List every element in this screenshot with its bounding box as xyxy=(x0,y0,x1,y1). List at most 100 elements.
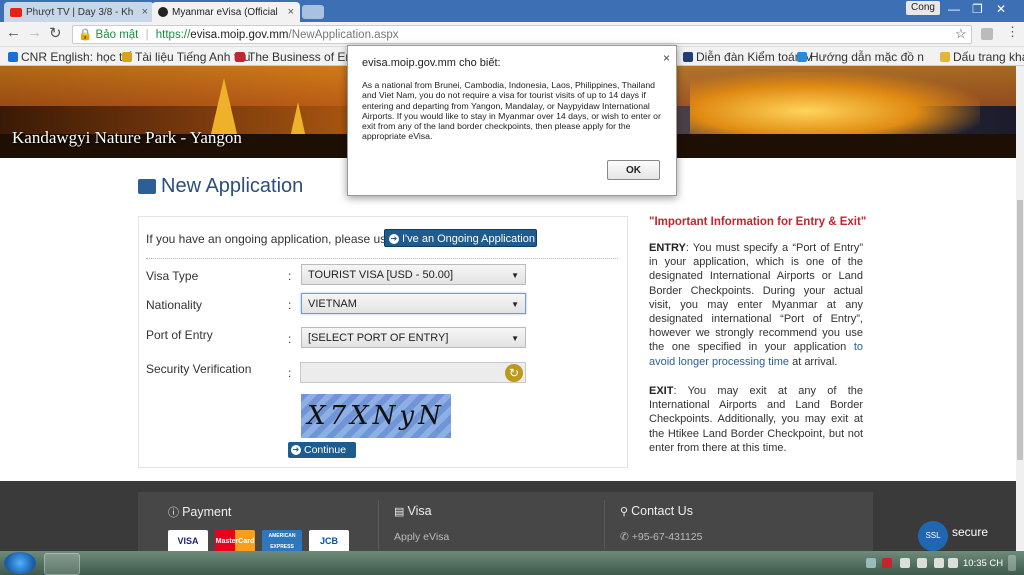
colon: : xyxy=(288,366,292,380)
document-icon: ▤ xyxy=(394,506,408,518)
dialog-message: As a national from Brunei, Cambodia, Ind… xyxy=(362,80,661,142)
captcha-image: X7XNyN xyxy=(301,394,451,438)
ongoing-application-button[interactable]: ➜ I've an Ongoing Application xyxy=(384,229,537,247)
port-of-entry-label: Port of Entry xyxy=(146,328,213,342)
extension-icon[interactable] xyxy=(981,28,993,40)
refresh-captcha-icon[interactable]: ↻ xyxy=(505,364,523,382)
reload-icon[interactable]: ↻ xyxy=(49,24,62,42)
bookmark-icon xyxy=(8,52,18,62)
nationality-select[interactable]: VIETNAM ▼ xyxy=(301,293,526,314)
pagoda-shape xyxy=(290,102,306,138)
ongoing-hint: If you have an ongoing application, plea… xyxy=(146,232,397,246)
folder-icon xyxy=(940,52,950,62)
colon: : xyxy=(288,269,292,283)
mastercard-logo: MasterCard xyxy=(215,530,255,553)
close-icon[interactable]: × xyxy=(663,51,670,65)
jcb-logo: JCB xyxy=(309,530,349,553)
new-tab-button[interactable] xyxy=(302,5,324,19)
dialog-title: evisa.moip.gov.mm cho biết: xyxy=(362,57,501,69)
visa-type-label: Visa Type xyxy=(146,269,199,283)
profile-button[interactable]: Cong xyxy=(906,1,940,15)
dropdown-arrow-icon: ▼ xyxy=(511,334,519,343)
tab-myanmar-evisa[interactable]: Myanmar eVisa (Official × xyxy=(152,2,300,22)
forward-icon[interactable]: → xyxy=(27,24,42,41)
security-verification-label: Security Verification xyxy=(146,362,252,376)
footer-divider xyxy=(378,500,379,550)
port-of-entry-select[interactable]: [SELECT PORT OF ENTRY] ▼ xyxy=(301,327,526,348)
ok-button[interactable]: OK xyxy=(607,160,660,180)
bookmark-item[interactable]: Diễn đàn Kiểm toán V xyxy=(683,50,813,64)
network-icon[interactable] xyxy=(934,558,944,568)
colon: : xyxy=(288,332,292,346)
info-circle-icon: ⓘ xyxy=(168,507,183,519)
bookmark-icon xyxy=(797,52,807,62)
map-marker-icon: ⚲ xyxy=(620,506,632,518)
divider xyxy=(146,258,618,259)
youtube-icon xyxy=(10,7,22,17)
bookmark-star-icon[interactable]: ☆ xyxy=(955,26,967,42)
list-icon xyxy=(138,179,156,194)
phone-icon: ✆ xyxy=(620,531,632,543)
volume-icon[interactable] xyxy=(948,558,958,568)
visa-card-logo: VISA xyxy=(168,530,208,553)
visa-type-select[interactable]: TOURIST VISA [USD - 50.00] ▼ xyxy=(301,264,526,285)
close-tab-icon[interactable]: × xyxy=(288,6,294,18)
close-tab-icon[interactable]: × xyxy=(142,6,148,18)
info-title: "Important Information for Entry & Exit" xyxy=(649,216,867,228)
banner-caption: Kandawgyi Nature Park - Yangon xyxy=(12,128,242,147)
url-path: /NewApplication.aspx xyxy=(288,29,399,41)
tray-icon[interactable] xyxy=(882,558,892,568)
secure-label: Bảo mật xyxy=(95,29,139,41)
maximize-icon[interactable]: ❐ xyxy=(972,2,983,16)
scrollbar-thumb[interactable] xyxy=(1017,200,1023,460)
exit-text: : You may exit at any of the Internation… xyxy=(649,385,863,454)
lock-icon: 🔒 xyxy=(78,29,93,41)
page-title: New Application xyxy=(161,175,304,197)
payment-heading: ⓘ Payment xyxy=(168,505,232,519)
bookmark-icon xyxy=(683,52,693,62)
captcha-input[interactable] xyxy=(300,362,526,383)
entry-info: ENTRY: You must specify a “Port of Entry… xyxy=(649,241,863,369)
exit-label: EXIT xyxy=(649,385,674,397)
tab-phuot-tv[interactable]: Phượt TV | Day 3/8 - Kh × xyxy=(4,2,154,22)
entry-end: at arrival. xyxy=(789,355,838,368)
bookmark-item[interactable]: Tài liệu Tiếng Anh thu xyxy=(122,50,250,64)
show-desktop-button[interactable] xyxy=(1008,555,1016,571)
exit-info: EXIT: You may exit at any of the Interna… xyxy=(649,384,863,455)
bookmark-item[interactable]: The Business of Engl xyxy=(235,50,361,64)
tray-icon[interactable] xyxy=(917,558,927,568)
address-bar[interactable]: 🔒 Bảo mật | https://evisa.moip.gov.mm/Ne… xyxy=(72,25,972,44)
tab-label: Phượt TV | Day 3/8 - Kh xyxy=(26,6,134,18)
site-icon xyxy=(158,7,168,17)
contact-phone: ✆ +95-67-431125 xyxy=(620,531,703,543)
bookmark-icon xyxy=(122,52,132,62)
dropdown-arrow-icon: ▼ xyxy=(511,271,519,280)
continue-button[interactable]: ➜ Continue xyxy=(288,442,356,458)
minimize-icon[interactable]: — xyxy=(948,2,960,16)
colon: : xyxy=(288,298,292,312)
apply-evisa-link[interactable]: Apply eVisa xyxy=(394,531,449,543)
bookmark-item[interactable]: CNR English: học tiế xyxy=(8,50,132,64)
visa-heading: ▤ Visa xyxy=(394,504,432,518)
nationality-label: Nationality xyxy=(146,298,203,312)
windows-start-icon[interactable] xyxy=(4,552,36,574)
arrow-circle-icon: ➜ xyxy=(389,234,399,245)
entry-text: : You must specify a “Port of Entry” in … xyxy=(649,242,863,354)
footer-divider xyxy=(604,500,605,550)
back-icon[interactable]: ← xyxy=(6,24,21,41)
dropdown-arrow-icon: ▼ xyxy=(511,300,519,309)
close-window-icon[interactable]: ✕ xyxy=(996,2,1006,16)
amex-logo: AMERICAN EXPRESS xyxy=(262,530,302,553)
bookmark-folder-other[interactable]: Dấu trang khác xyxy=(940,50,1024,64)
bookmark-item[interactable]: Hướng dẫn mặc đồ n xyxy=(797,50,924,64)
chrome-taskbar-icon[interactable] xyxy=(44,553,80,575)
tab-label: Myanmar eVisa (Official xyxy=(172,6,278,18)
tray-icon[interactable] xyxy=(900,558,910,568)
url-host: evisa.moip.gov.mm xyxy=(190,29,289,41)
contact-heading: ⚲ Contact Us xyxy=(620,504,693,518)
taskbar-clock[interactable]: 10:35 CH xyxy=(963,558,1003,569)
ssl-secure-badge-icon: SSL xyxy=(918,521,948,551)
tray-icon[interactable] xyxy=(866,558,876,568)
menu-icon[interactable]: ⋮ xyxy=(1006,24,1019,40)
app-taskbar-icon[interactable] xyxy=(82,553,108,575)
